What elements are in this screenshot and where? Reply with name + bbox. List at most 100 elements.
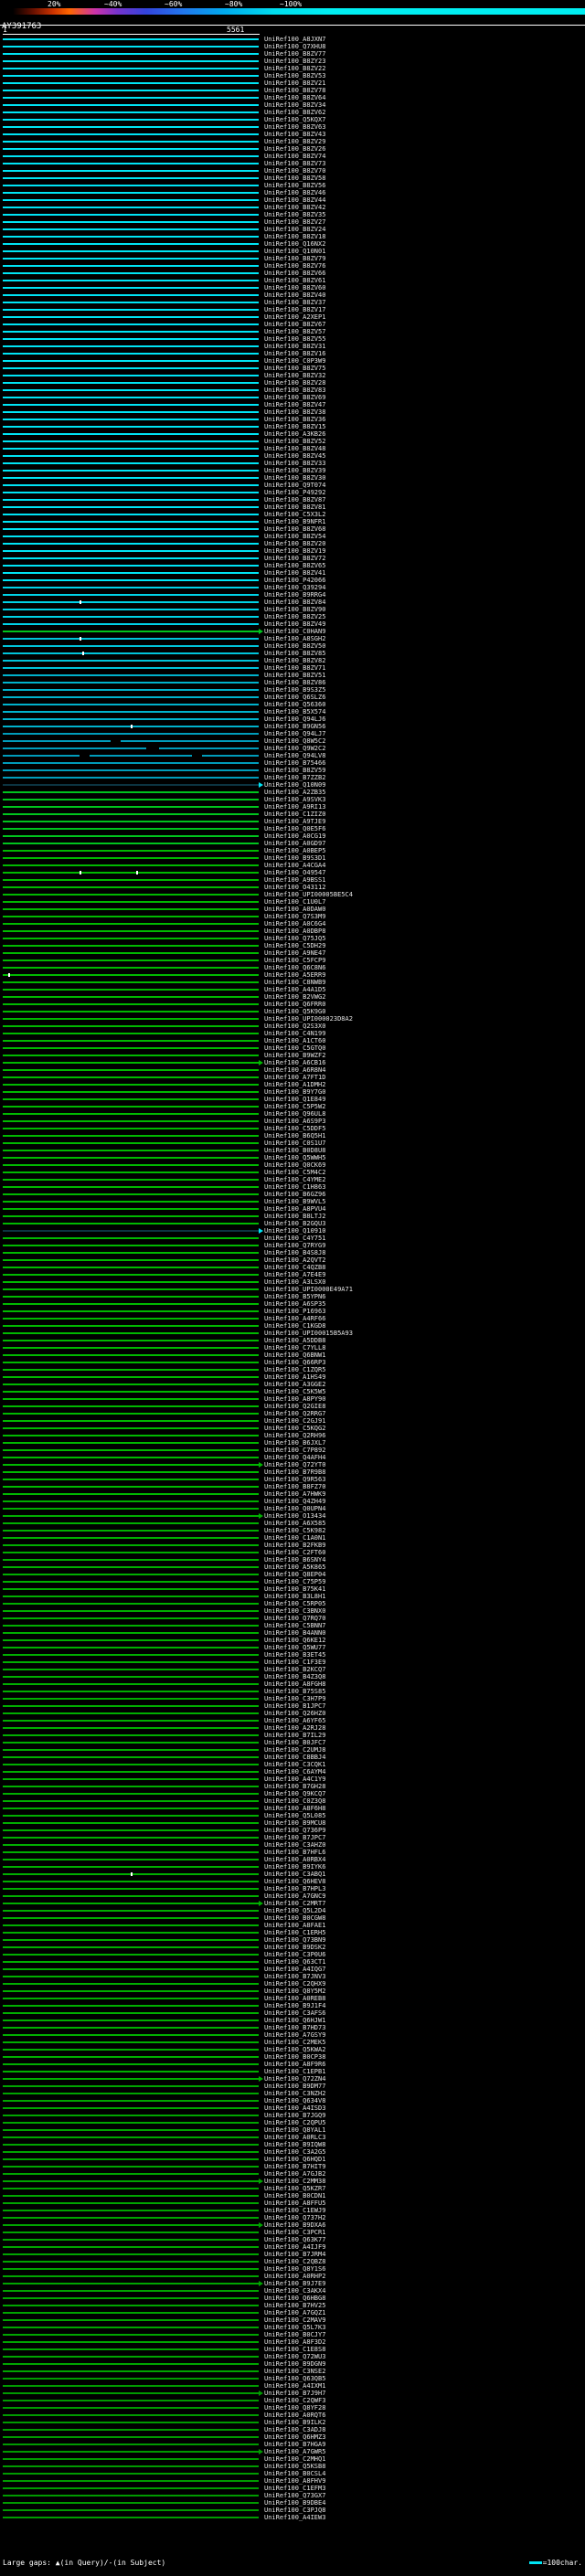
hit-bar[interactable] xyxy=(3,594,259,596)
hit-bar[interactable] xyxy=(3,2136,259,2138)
hit-row[interactable]: UniRef100_Q9R563 xyxy=(0,1476,585,1483)
hit-row[interactable]: UniRef100_C2MRT7 xyxy=(0,1900,585,1907)
hit-label[interactable]: UniRef100_Q39294 xyxy=(264,584,325,591)
hit-row[interactable]: UniRef100_A1HS49 xyxy=(0,1373,585,1381)
hit-bar-segment[interactable] xyxy=(3,1405,259,1407)
hit-bar[interactable] xyxy=(3,1201,259,1203)
hit-label[interactable]: UniRef100_Q9W2C2 xyxy=(264,745,325,752)
hit-row[interactable]: UniRef100_A8FFU5 xyxy=(0,2200,585,2207)
hit-row[interactable]: UniRef100_A4IJF9 xyxy=(0,2243,585,2251)
hit-row[interactable]: UniRef100_A4C1Y9 xyxy=(0,1776,585,1783)
hit-bar[interactable] xyxy=(3,1924,259,1926)
hit-bar[interactable] xyxy=(3,1632,259,1634)
hit-row[interactable]: UniRef100_B8ZV16 xyxy=(0,350,585,357)
hit-label[interactable]: UniRef100_Q7XHU8 xyxy=(264,43,325,50)
hit-label[interactable]: UniRef100_B9RRG4 xyxy=(264,591,325,599)
hit-label[interactable]: UniRef100_B8ZV41 xyxy=(264,569,325,577)
hit-bar[interactable] xyxy=(3,1310,259,1312)
hit-bar-segment[interactable] xyxy=(3,901,259,903)
hit-bar[interactable] xyxy=(3,1581,259,1583)
hit-bar-segment[interactable] xyxy=(3,75,259,77)
hit-bar[interactable] xyxy=(3,667,259,669)
hit-label[interactable]: UniRef100_Q0CK69 xyxy=(264,1161,325,1169)
hit-bar-segment[interactable] xyxy=(3,1588,259,1590)
hit-bar-segment[interactable] xyxy=(3,718,259,720)
hit-bar[interactable] xyxy=(3,360,259,362)
hit-label[interactable]: UniRef100_B75466 xyxy=(264,759,325,767)
hit-bar[interactable] xyxy=(3,2443,259,2445)
hit-bar-segment[interactable] xyxy=(3,2012,259,2014)
hit-bar-segment[interactable] xyxy=(3,2093,259,2094)
hit-label[interactable]: UniRef100_Q9R563 xyxy=(264,1476,325,1483)
hit-bar-segment[interactable] xyxy=(3,2473,259,2475)
hit-label[interactable]: UniRef100_C0Z3Q8 xyxy=(264,1797,325,1805)
hit-bar[interactable] xyxy=(3,1462,263,1468)
hit-row[interactable]: UniRef100_C2MEK5 xyxy=(0,2039,585,2046)
hit-bar[interactable] xyxy=(3,2319,259,2321)
hit-label[interactable]: UniRef100_Q4AFH4 xyxy=(264,1454,325,1461)
hit-bar-segment[interactable] xyxy=(3,1961,259,1963)
hit-bar-segment[interactable] xyxy=(3,1632,259,1634)
hit-row[interactable]: UniRef100_B8ZV83 xyxy=(0,387,585,394)
hit-row[interactable]: UniRef100_B8FZ70 xyxy=(0,1483,585,1490)
hit-bar[interactable] xyxy=(3,1932,259,1934)
hit-bar-segment[interactable] xyxy=(3,1362,259,1363)
hit-row[interactable]: UniRef100_B8ZV29 xyxy=(0,138,585,145)
hit-label[interactable]: UniRef100_C0P3W9 xyxy=(264,357,325,365)
hit-label[interactable]: UniRef100_C5FCP9 xyxy=(264,957,325,964)
hit-label[interactable]: UniRef100_B8ZV58 xyxy=(264,175,325,182)
hit-bar[interactable] xyxy=(3,207,259,208)
hit-label[interactable]: UniRef100_B9Y7G0 xyxy=(264,1088,325,1096)
hit-row[interactable]: UniRef100_B0D8U8 xyxy=(0,1147,585,1154)
hit-bar-segment[interactable] xyxy=(3,1881,259,1882)
hit-bar[interactable] xyxy=(3,2465,259,2467)
hit-row[interactable]: UniRef100_B8ZV33 xyxy=(0,460,585,467)
hit-label[interactable]: UniRef100_B7HD73 xyxy=(264,2024,325,2031)
hit-label[interactable]: UniRef100_Q5KZR7 xyxy=(264,2185,325,2192)
hit-row[interactable]: UniRef100_B8ZV30 xyxy=(0,474,585,482)
hit-bar-segment[interactable] xyxy=(3,1493,259,1495)
hit-bar-segment[interactable] xyxy=(3,1340,259,1341)
hit-bar-segment[interactable] xyxy=(3,1318,259,1320)
hit-label[interactable]: UniRef100_UPI00015B5A93 xyxy=(264,1330,353,1337)
hit-bar-segment[interactable] xyxy=(3,221,259,223)
hit-row[interactable]: UniRef100_A7GWR5 xyxy=(0,2448,585,2455)
hit-label[interactable]: UniRef100_B8ZV28 xyxy=(264,379,325,387)
hit-bar[interactable] xyxy=(3,733,259,735)
hit-row[interactable]: UniRef100_B5X574 xyxy=(0,708,585,716)
hit-row[interactable]: UniRef100_C2MM38 xyxy=(0,2178,585,2185)
hit-bar-segment[interactable] xyxy=(3,1296,259,1298)
hit-label[interactable]: UniRef100_Q9KCQ7 xyxy=(264,1790,325,1797)
hit-bar-segment[interactable] xyxy=(3,1055,259,1056)
hit-bar-segment[interactable] xyxy=(3,2348,259,2350)
hit-label[interactable]: UniRef100_C3A2G5 xyxy=(264,2148,325,2156)
hit-bar-segment[interactable] xyxy=(3,1625,259,1627)
hit-label[interactable]: UniRef100_C2GJ91 xyxy=(264,1417,325,1425)
hit-bar[interactable] xyxy=(3,2422,259,2423)
hit-label[interactable]: UniRef100_C3ADJ8 xyxy=(264,2426,325,2433)
hit-bar[interactable] xyxy=(3,323,259,325)
hit-bar-segment[interactable] xyxy=(3,1888,259,1890)
hit-row[interactable]: UniRef100_C3AFS6 xyxy=(0,2009,585,2017)
hit-label[interactable]: UniRef100_B8ZV25 xyxy=(264,613,325,620)
hit-row[interactable]: UniRef100_B9DM77 xyxy=(0,2083,585,2090)
hit-label[interactable]: UniRef100_B8ZV47 xyxy=(264,401,325,408)
hit-bar-segment[interactable] xyxy=(3,243,259,245)
hit-bar-segment[interactable] xyxy=(3,2268,259,2270)
hit-label[interactable]: UniRef100_A8FAE1 xyxy=(264,1922,325,1929)
hit-label[interactable]: UniRef100_O49547 xyxy=(264,869,325,876)
hit-row[interactable]: UniRef100_C1F3E9 xyxy=(0,1659,585,1666)
hit-label[interactable]: UniRef100_C5DH29 xyxy=(264,942,325,949)
hit-label[interactable]: UniRef100_B8ZV34 xyxy=(264,101,325,109)
hit-bar-segment[interactable] xyxy=(3,1135,259,1137)
hit-label[interactable]: UniRef100_C2MRT7 xyxy=(264,1900,325,1907)
hit-row[interactable]: UniRef100_B8ZV50 xyxy=(0,642,585,650)
hit-label[interactable]: UniRef100_C2QPU5 xyxy=(264,2119,325,2126)
hit-bar-segment[interactable] xyxy=(3,587,259,588)
hit-bar-segment[interactable] xyxy=(3,1157,259,1159)
hit-label[interactable]: UniRef100_C1KGD8 xyxy=(264,1322,325,1330)
hit-label[interactable]: UniRef100_A4IEW3 xyxy=(264,2514,325,2521)
hit-bar-segment[interactable] xyxy=(3,1376,259,1378)
hit-label[interactable]: UniRef100_Q94LJ7 xyxy=(264,730,325,737)
hit-bar-segment[interactable] xyxy=(3,543,259,545)
